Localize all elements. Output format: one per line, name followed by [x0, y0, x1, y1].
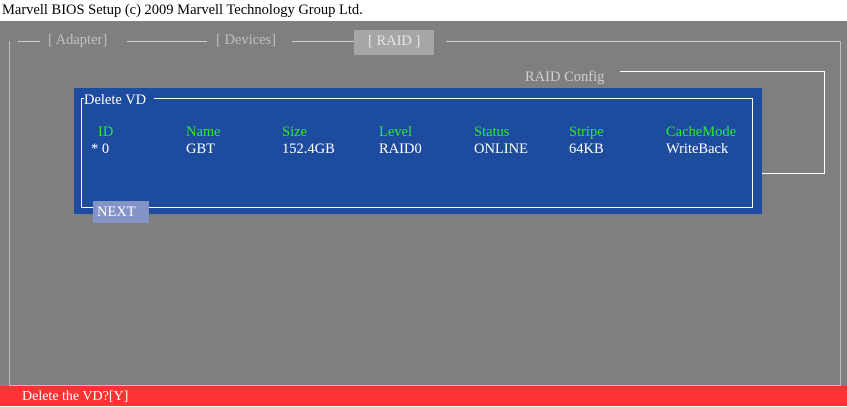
column-header-stripe: Stripe: [569, 124, 604, 140]
next-button[interactable]: NEXT: [93, 201, 149, 223]
delete-vd-dialog: Delete VD ID Name Size Level Status Stri…: [74, 88, 762, 223]
tab-devices[interactable]: [ Devices]: [216, 32, 276, 49]
tab-divider: [18, 41, 40, 42]
dialog-title: Delete VD: [84, 92, 155, 109]
column-header-name: Name: [186, 124, 221, 140]
column-header-id: ID: [98, 124, 114, 140]
column-header-size: Size: [282, 124, 307, 140]
cell-size: 152.4GB: [282, 141, 335, 157]
tab-divider: [127, 41, 207, 42]
cell-stripe: 64KB: [569, 141, 604, 157]
cell-name: GBT: [186, 141, 215, 157]
status-bar: Delete the VD?[Y]: [0, 386, 847, 406]
tab-divider: [292, 41, 354, 42]
tab-divider: [446, 41, 840, 42]
raid-config-frame: [760, 71, 825, 174]
tab-raid[interactable]: [ RAID ]: [354, 30, 435, 55]
cell-id[interactable]: * 0: [91, 141, 109, 158]
bios-screen: [ Adapter] [ Devices] [ RAID ] RAID Conf…: [0, 21, 847, 386]
cell-level: RAID0: [379, 141, 422, 157]
column-header-status: Status: [474, 124, 510, 140]
cell-cachemode: WriteBack: [666, 141, 729, 157]
tab-adapter[interactable]: [ Adapter]: [48, 32, 107, 49]
cell-status: ONLINE: [474, 141, 528, 157]
column-header-level: Level: [379, 124, 413, 140]
window-title: Marvell BIOS Setup (c) 2009 Marvell Tech…: [0, 0, 847, 21]
raid-config-frame-top: [620, 71, 760, 72]
raid-config-label: RAID Config: [525, 69, 605, 85]
column-header-cachemode: CacheMode: [666, 124, 737, 140]
